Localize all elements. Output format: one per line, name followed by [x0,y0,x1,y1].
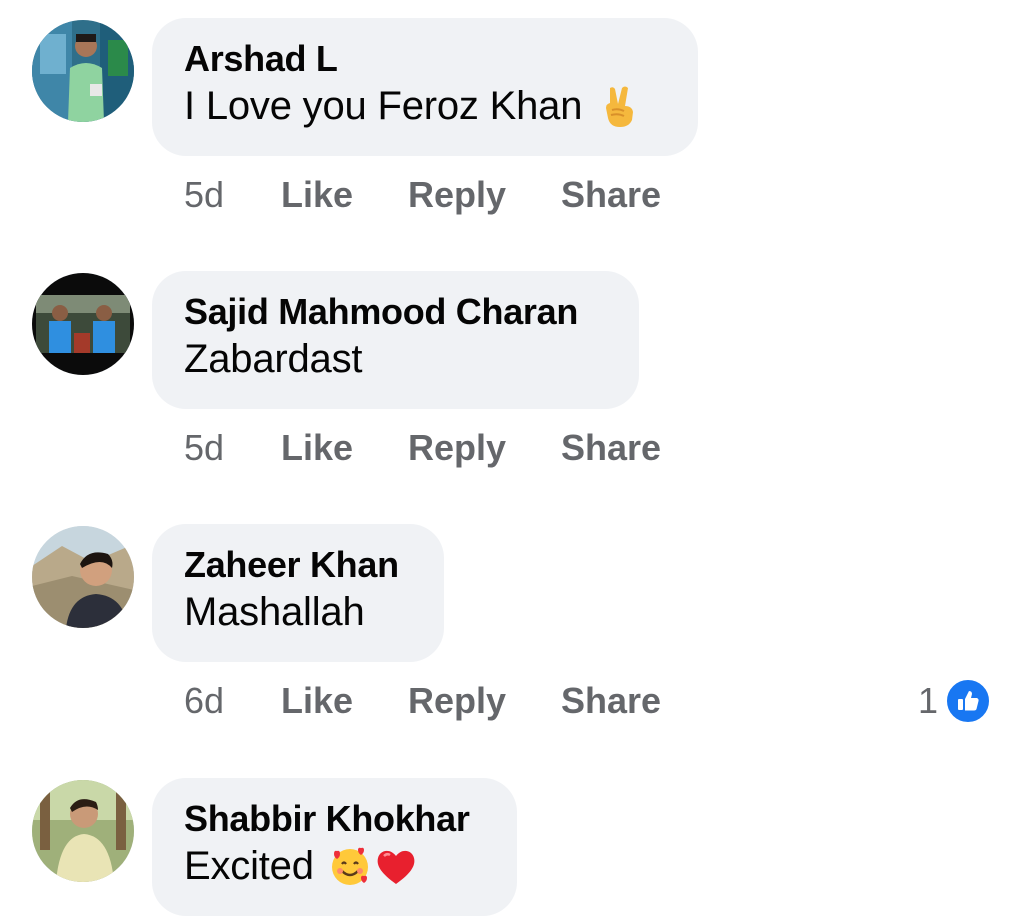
like-button[interactable]: Like [281,678,353,724]
reply-button[interactable]: Reply [408,425,506,471]
avatar[interactable] [32,273,134,375]
red-heart-emoji [374,844,418,888]
avatar[interactable] [32,526,134,628]
comment-bubble: Arshad L I Love you Feroz Khan [152,18,698,156]
reaction-summary[interactable]: 1 [917,677,992,725]
comment-text: Excited [184,840,483,892]
like-button[interactable]: Like [281,425,353,471]
comment-shabbir-khokhar: Shabbir Khokhar Excited [0,778,1024,918]
victory-hand-emoji [598,84,642,128]
comment-arshad-l: Arshad L I Love you Feroz Khan 5d Like R… [0,18,1024,228]
comment-text-content: I Love you Feroz Khan [184,84,583,128]
comment-text-content: Mashallah [184,590,365,634]
share-button[interactable]: Share [561,678,661,724]
reaction-count: 1 [917,680,938,721]
comment-author[interactable]: Arshad L [184,38,664,80]
smiling-face-with-hearts-emoji [328,844,372,888]
comment-sajid-mahmood-charan: Sajid Mahmood Charan Zabardast 5d Like R… [0,271,1024,481]
comment-author[interactable]: Sajid Mahmood Charan [184,291,605,333]
comment-text-content: Zabardast [184,337,363,381]
avatar[interactable] [32,780,134,882]
reply-button[interactable]: Reply [408,678,506,724]
comment-text: Zabardast [184,333,605,385]
comment-text-content: Excited [184,844,314,888]
comment-bubble: Shabbir Khokhar Excited [152,778,517,916]
comment-timestamp[interactable]: 5d [184,425,224,471]
comment-timestamp[interactable]: 6d [184,678,224,724]
comment-bubble: Sajid Mahmood Charan Zabardast [152,271,639,409]
like-reaction-icon [944,677,992,725]
comment-author[interactable]: Shabbir Khokhar [184,798,483,840]
avatar[interactable] [32,20,134,122]
comment-author[interactable]: Zaheer Khan [184,544,410,586]
comment-text: I Love you Feroz Khan [184,80,664,132]
comment-text: Mashallah [184,586,410,638]
comment-bubble: Zaheer Khan Mashallah [152,524,444,662]
comment-zaheer-khan: Zaheer Khan Mashallah 6d Like Reply Shar… [0,524,1024,734]
share-button[interactable]: Share [561,425,661,471]
share-button[interactable]: Share [561,172,661,218]
like-button[interactable]: Like [281,172,353,218]
comment-timestamp[interactable]: 5d [184,172,224,218]
reply-button[interactable]: Reply [408,172,506,218]
